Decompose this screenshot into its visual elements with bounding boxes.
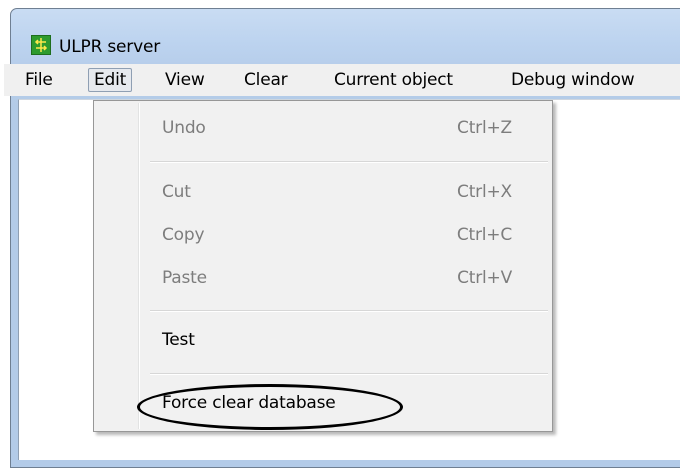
- menu-separator: [150, 373, 548, 375]
- paste-shortcut: Ctrl+V: [457, 268, 512, 288]
- undo-shortcut: Ctrl+Z: [457, 118, 512, 138]
- menu-debug-window[interactable]: Debug window: [506, 68, 639, 92]
- test-label: Test: [162, 330, 195, 350]
- copy-shortcut: Ctrl+C: [456, 225, 512, 245]
- menu-item-test[interactable]: Test: [96, 323, 550, 359]
- menu-file[interactable]: File: [20, 68, 58, 92]
- menu-item-copy[interactable]: Copy Ctrl+C: [96, 218, 550, 254]
- app-arrows-icon: [31, 35, 51, 55]
- undo-label: Undo: [162, 118, 206, 138]
- menu-item-force-clear-database[interactable]: Force clear database: [96, 386, 550, 422]
- menu-item-paste[interactable]: Paste Ctrl+V: [96, 261, 550, 297]
- menu-separator: [150, 310, 548, 312]
- menu-item-undo[interactable]: Undo Ctrl+Z: [96, 111, 550, 147]
- menu-separator: [150, 161, 548, 163]
- copy-label: Copy: [162, 225, 205, 245]
- menu-item-cut[interactable]: Cut Ctrl+X: [96, 175, 550, 211]
- paste-label: Paste: [162, 268, 207, 288]
- edit-dropdown-menu: Undo Ctrl+Z Cut Ctrl+X Copy Ctrl+C Paste…: [93, 100, 553, 432]
- title-bar[interactable]: ULPR server: [11, 9, 680, 71]
- menu-view[interactable]: View: [160, 68, 210, 92]
- menu-clear[interactable]: Clear: [239, 68, 292, 92]
- cut-shortcut: Ctrl+X: [457, 182, 512, 202]
- menu-bar: File Edit View Clear Current object Debu…: [4, 64, 680, 96]
- window-title: ULPR server: [59, 37, 160, 57]
- menu-edit[interactable]: Edit: [88, 68, 133, 92]
- menu-current-object[interactable]: Current object: [329, 68, 458, 92]
- force-clear-database-label: Force clear database: [162, 393, 336, 413]
- cut-label: Cut: [162, 182, 191, 202]
